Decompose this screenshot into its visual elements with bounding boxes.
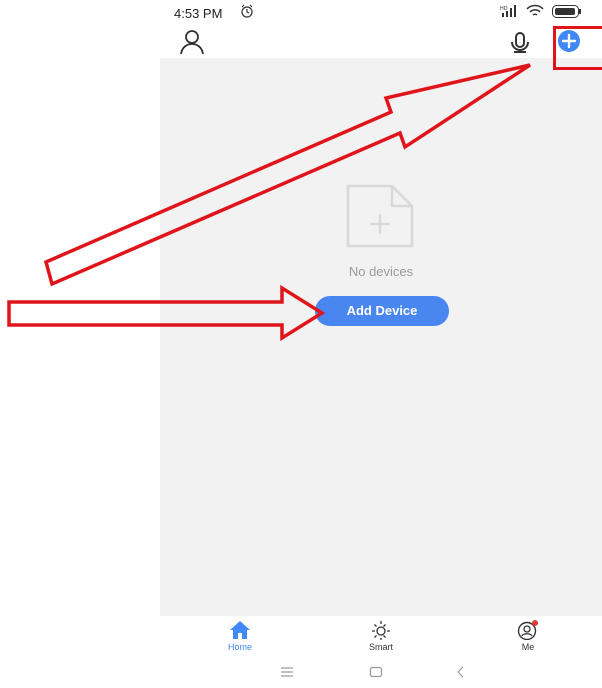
user-circle-icon [517,620,538,640]
bottom-nav: Home Smart Me [160,616,602,660]
voice-button[interactable] [506,29,534,57]
tab-me[interactable]: Me [498,620,558,652]
empty-state-text: No devices [348,264,414,279]
system-nav-bar [160,660,602,688]
empty-file-icon [346,184,414,248]
tab-me-label: Me [521,642,535,652]
sun-icon [372,621,390,640]
tab-smart-label: Smart [368,642,393,652]
back-icon[interactable] [456,666,466,678]
microphone-icon [511,32,529,53]
app-header [160,26,602,58]
home-square-icon[interactable] [369,666,383,678]
signal-icon: HD [500,5,516,17]
notification-badge [532,620,538,626]
device-list-area: No devices Add Device [160,58,602,616]
annotation-highlight-box [553,26,602,70]
tab-smart[interactable]: Smart [351,620,411,652]
add-device-button[interactable]: Add Device [315,296,449,326]
home-icon [230,621,250,639]
status-time: 4:53 PM [174,6,223,21]
menu-icon[interactable] [280,666,294,678]
phone-screen: 4:53 PM HD No devices Add Device Home Sm… [160,0,602,688]
battery-icon [552,5,581,18]
profile-icon [180,30,204,55]
profile-button[interactable] [178,28,206,56]
status-bar: 4:53 PM HD [160,0,602,26]
tab-home-label: Home [227,642,252,652]
wifi-icon [526,4,544,16]
tab-home[interactable]: Home [210,620,270,652]
alarm-icon [241,4,253,18]
